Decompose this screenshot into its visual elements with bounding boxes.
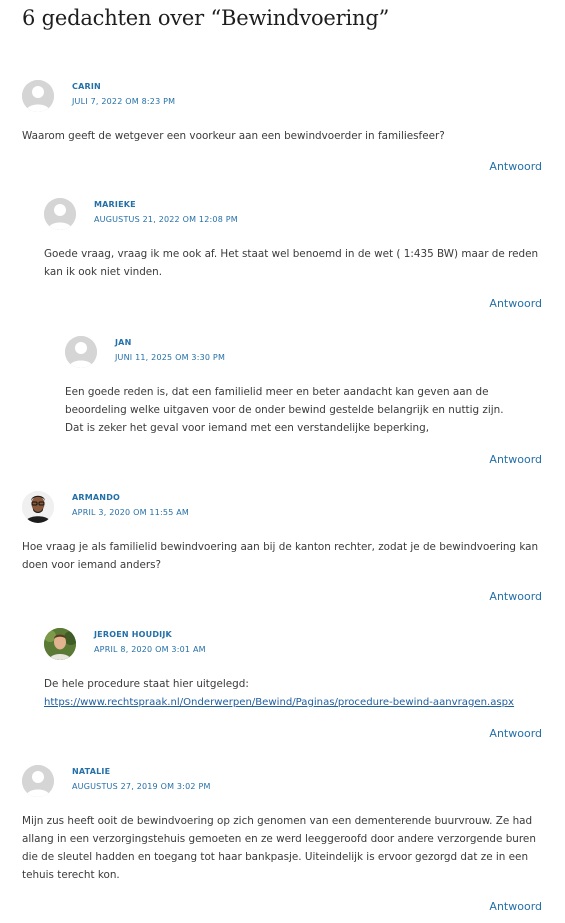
comment-text-line: die de sleutel hadden en toegang tot haa… [22, 851, 529, 863]
comment-body: De hele procedure staat hier uitgelegd: … [44, 675, 542, 712]
comment-armando: ARMANDO APRIL 3, 2020 OM 11:55 AM Hoe vr… [22, 491, 542, 611]
comment-text-line: Waarom geeft de wetgever een voorkeur aa… [22, 130, 445, 142]
comment-body: Mijn zus heeft ooit de bewindvoering op … [22, 812, 542, 884]
comment-text-line: Mijn zus heeft ooit de bewindvoering op … [22, 815, 533, 827]
comments-heading: 6 gedachten over “Bewindvoering” [22, 6, 390, 30]
reply-link[interactable]: Antwoord [489, 297, 542, 310]
comment-author[interactable]: ARMANDO [72, 493, 120, 502]
comment-date[interactable]: AUGUSTUS 21, 2022 OM 12:08 PM [94, 215, 238, 224]
comment-natalie: NATALIE AUGUSTUS 27, 2019 OM 3:02 PM Mij… [22, 765, 542, 923]
generic-avatar-icon [44, 198, 76, 230]
comment-jeroen-houdijk: JEROEN HOUDIJK APRIL 8, 2020 OM 3:01 AM … [44, 628, 542, 748]
comment-jan: JAN JUNI 11, 2025 OM 3:30 PM Een goede r… [65, 336, 542, 466]
comment-body: Een goede reden is, dat een familielid m… [65, 383, 542, 437]
comment-author[interactable]: MARIEKE [94, 200, 136, 209]
comment-carin: CARIN JULI 7, 2022 OM 8:23 PM Waarom gee… [22, 80, 542, 180]
reply-link[interactable]: Antwoord [489, 900, 542, 913]
comment-marieke: MARIEKE AUGUSTUS 21, 2022 OM 12:08 PM Go… [44, 198, 542, 318]
comment-text-line: kan ik ook niet vinden. [44, 266, 163, 278]
reply-link[interactable]: Antwoord [489, 590, 542, 603]
comment-author[interactable]: JEROEN HOUDIJK [94, 630, 172, 639]
armando-photo [22, 491, 54, 523]
comment-body: Goede vraag, vraag ik me ook af. Het sta… [44, 245, 542, 281]
procedure-link[interactable]: https://www.rechtspraak.nl/Onderwerpen/B… [44, 697, 514, 708]
reply-link[interactable]: Antwoord [489, 453, 542, 466]
generic-avatar-icon [22, 765, 54, 797]
comment-author[interactable]: NATALIE [72, 767, 110, 776]
comment-text-line: Dat is zeker het geval voor iemand met e… [65, 422, 429, 434]
comment-text-line: beoordeling welke uitgaven voor de onder… [65, 404, 504, 416]
comment-body: Hoe vraag je als familielid bewindvoerin… [22, 538, 542, 574]
reply-link[interactable]: Antwoord [489, 160, 542, 173]
comment-date[interactable]: APRIL 8, 2020 OM 3:01 AM [94, 645, 206, 654]
comment-author[interactable]: CARIN [72, 82, 101, 91]
generic-avatar-icon [22, 80, 54, 112]
comment-text-line: Goede vraag, vraag ik me ook af. Het sta… [44, 248, 539, 260]
reply-link[interactable]: Antwoord [489, 727, 542, 740]
comment-date[interactable]: JULI 7, 2022 OM 8:23 PM [72, 97, 175, 106]
comment-author[interactable]: JAN [115, 338, 131, 347]
comment-text-line: Een goede reden is, dat een familielid m… [65, 386, 489, 398]
comment-text-line: doen voor iemand anders? [22, 559, 162, 571]
comment-date[interactable]: JUNI 11, 2025 OM 3:30 PM [115, 353, 225, 362]
comment-date[interactable]: AUGUSTUS 27, 2019 OM 3:02 PM [72, 782, 211, 791]
comment-text-line: Hoe vraag je als familielid bewindvoerin… [22, 541, 539, 553]
generic-avatar-icon [65, 336, 97, 368]
jeroen-photo [44, 628, 76, 660]
comment-body: Waarom geeft de wetgever een voorkeur aa… [22, 127, 542, 145]
comment-text-line: allang in een verzorgingstehuis gemoeten… [22, 833, 536, 845]
comment-text-line: De hele procedure staat hier uitgelegd: [44, 678, 249, 690]
comment-text-line: tehuis terecht kon. [22, 869, 120, 881]
comment-date[interactable]: APRIL 3, 2020 OM 11:55 AM [72, 508, 189, 517]
